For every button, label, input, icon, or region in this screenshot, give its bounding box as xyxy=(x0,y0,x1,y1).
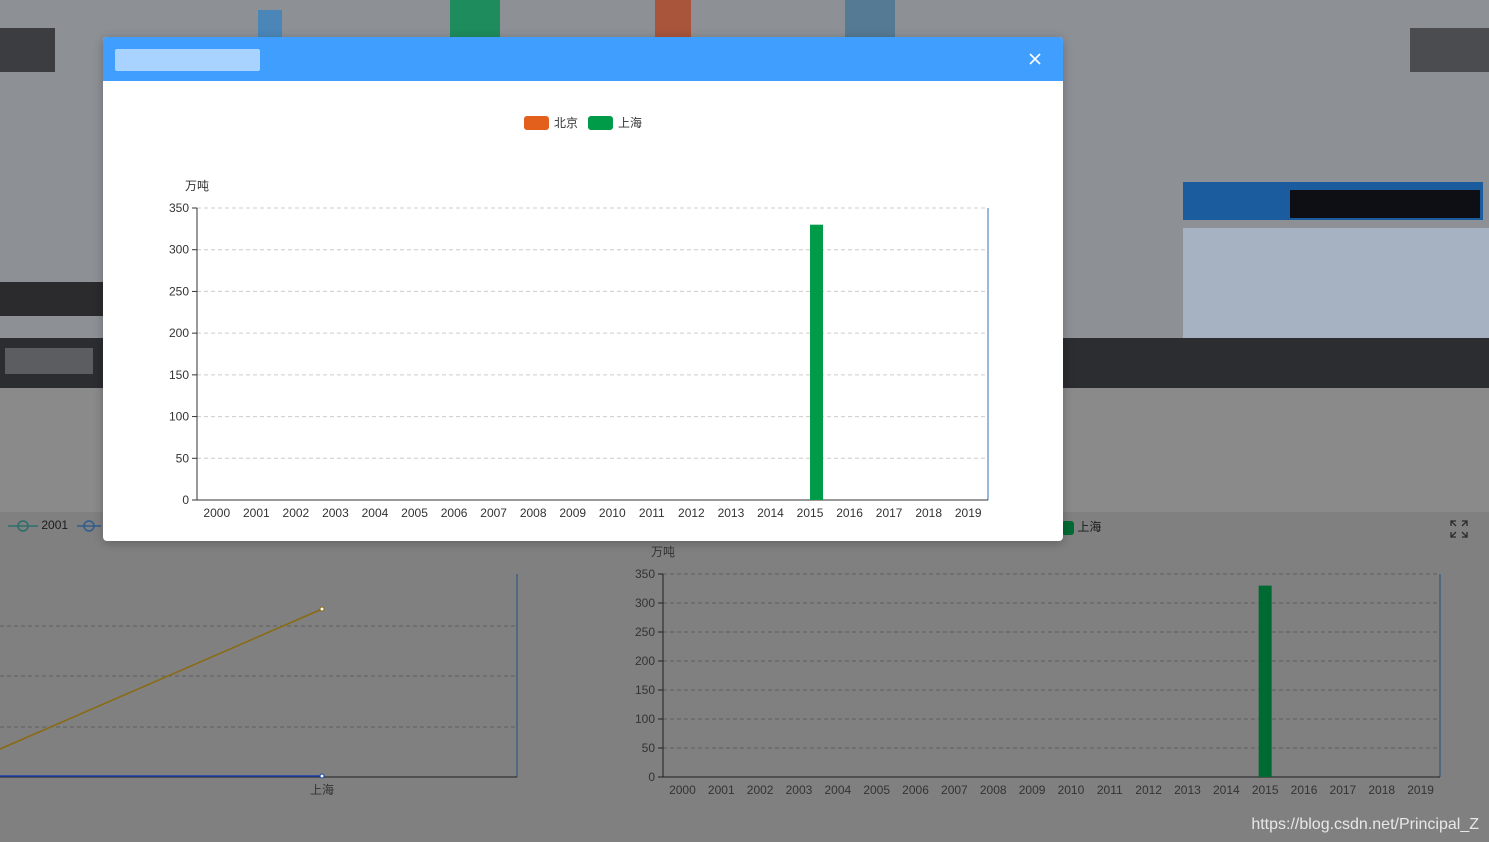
close-icon[interactable] xyxy=(1027,51,1043,67)
x-tick-label: 2006 xyxy=(441,506,468,520)
x-tick-label: 2018 xyxy=(1368,783,1395,797)
x-tick-label: 2015 xyxy=(797,506,824,520)
x-tick-label: 2002 xyxy=(747,783,774,797)
x-tick-label: 2018 xyxy=(915,506,942,520)
x-tick-label: 2010 xyxy=(1058,783,1085,797)
legend-swatch-北京 xyxy=(524,116,549,130)
x-tick-label: 2012 xyxy=(678,506,705,520)
y-tick-label: 50 xyxy=(176,451,190,465)
y-tick-label: 0 xyxy=(182,493,189,507)
x-tick-label: 2000 xyxy=(669,783,696,797)
y-tick-label: 50 xyxy=(642,741,656,755)
x-tick-label: 2012 xyxy=(1135,783,1162,797)
x-tick-label: 2014 xyxy=(757,506,784,520)
legend-label-北京: 北京 xyxy=(554,116,578,130)
x-tick-label: 2013 xyxy=(718,506,745,520)
x-tick-label: 2011 xyxy=(1097,783,1123,797)
x-tick-label: 2006 xyxy=(902,783,929,797)
x-tick-label: 2014 xyxy=(1213,783,1240,797)
y-tick-label: 200 xyxy=(635,654,655,668)
x-tick-label: 2004 xyxy=(362,506,389,520)
x-tick-label: 2010 xyxy=(599,506,626,520)
x-tick-label: 2011 xyxy=(639,506,665,520)
dialog-title-redacted xyxy=(115,49,260,71)
legend-label-上海: 上海 xyxy=(618,115,642,130)
x-tick-label: 2016 xyxy=(836,506,863,520)
x-tick-label: 2003 xyxy=(322,506,349,520)
x-tick-label: 2003 xyxy=(786,783,813,797)
dialog-bar-chart: 北京 上海 0 50 100 150 200 250 300 350 万吨 2000 2001 2002 2… xyxy=(169,115,989,520)
chart-dialog: 北京 上海 0 50 100 150 200 250 300 350 万吨 2000 2001 2002 2… xyxy=(103,37,1063,541)
y-tick-label: 250 xyxy=(169,284,189,298)
legend-swatch-上海 xyxy=(588,116,613,130)
x-tick-label: 2008 xyxy=(980,783,1007,797)
y-tick-label: 350 xyxy=(635,567,655,581)
x-tick-label: 2002 xyxy=(283,506,310,520)
x-tick-label: 2000 xyxy=(203,506,230,520)
x-tick-label: 2007 xyxy=(941,783,968,797)
y-tick-label: 150 xyxy=(169,368,189,382)
y-tick-label: 300 xyxy=(635,596,655,610)
x-tick-label: 2005 xyxy=(401,506,428,520)
x-tick-label: 2008 xyxy=(520,506,547,520)
dialog-header xyxy=(103,37,1063,81)
y-tick-label: 250 xyxy=(635,625,655,639)
x-tick-label: 2009 xyxy=(559,506,586,520)
x-tick-label: 2019 xyxy=(955,506,982,520)
y-tick-label: 0 xyxy=(648,770,655,784)
x-tick-label: 2007 xyxy=(480,506,507,520)
x-tick-label: 2019 xyxy=(1407,783,1434,797)
y-tick-label: 350 xyxy=(169,201,189,215)
x-tick-label: 2016 xyxy=(1291,783,1318,797)
y-tick-label: 100 xyxy=(635,712,655,726)
y-tick-label: 100 xyxy=(169,410,189,424)
x-tick-label: 2017 xyxy=(876,506,903,520)
x-tick-label: 2015 xyxy=(1252,783,1279,797)
x-tick-label: 2017 xyxy=(1330,783,1357,797)
x-tick-label: 2001 xyxy=(708,783,735,797)
x-tick-label: 2005 xyxy=(863,783,890,797)
y-tick-label: 200 xyxy=(169,326,189,340)
y-axis-title: 万吨 xyxy=(651,545,675,559)
watermark: https://blog.csdn.net/Principal_Z xyxy=(1251,816,1479,833)
bar-上海-2015 xyxy=(1258,585,1272,777)
x-tick-label: 2009 xyxy=(1019,783,1046,797)
x-tick-label: 2001 xyxy=(243,506,270,520)
y-axis-title: 万吨 xyxy=(185,179,209,193)
y-tick-label: 150 xyxy=(635,683,655,697)
x-tick-label: 2004 xyxy=(824,783,851,797)
x-tick-label: 2013 xyxy=(1174,783,1201,797)
bar-上海-2015 xyxy=(810,224,824,500)
y-tick-label: 300 xyxy=(169,243,189,257)
